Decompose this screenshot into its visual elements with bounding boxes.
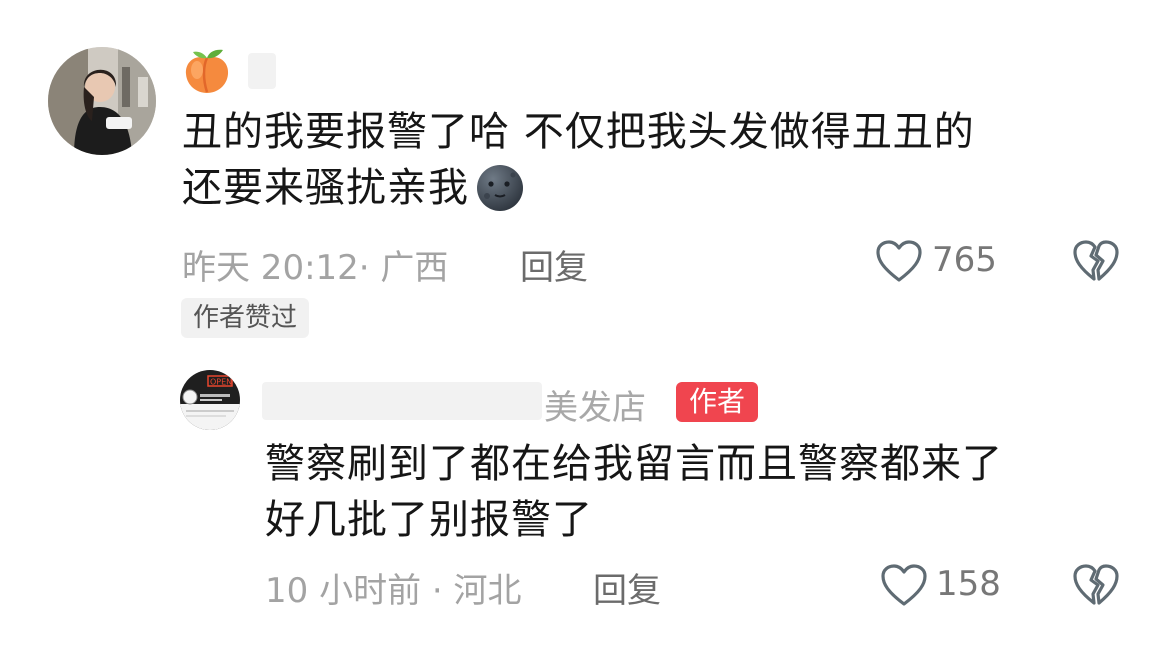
shop-name-redacted (262, 382, 542, 420)
dislike-button[interactable] (1072, 563, 1120, 607)
comment-text-segment: 还要来骚扰亲我 (182, 165, 469, 211)
like-button[interactable] (880, 563, 928, 607)
comment-text: 警察刷到了都在给我留言而且警察都来了 好几批了别报警了 (265, 436, 1145, 548)
heart-icon (876, 240, 922, 282)
shop-name-suffix: 美发店 (544, 388, 646, 428)
username-redacted (248, 53, 276, 89)
comment-time-location: 昨天 20:12· 广西 (182, 248, 449, 288)
comment-time-location: 10 小时前 · 河北 (265, 571, 522, 611)
broken-heart-icon (1073, 564, 1119, 605)
peach-emoji-icon (183, 48, 231, 94)
comment-text: 丑的我要报警了哈 不仅把我头发做得丑丑的 还要来骚扰亲我 (182, 104, 1102, 216)
svg-text:OPEN: OPEN (210, 378, 232, 387)
user-avatar-photo (48, 47, 156, 155)
salon-avatar[interactable]: OPEN (180, 370, 240, 430)
dislike-button[interactable] (1072, 239, 1120, 283)
like-count: 158 (936, 564, 1001, 604)
comment-text-line: 还要来骚扰亲我 (182, 160, 1102, 216)
reply-button[interactable]: 回复 (593, 563, 661, 612)
comment-text-line: 丑的我要报警了哈 不仅把我头发做得丑丑的 (182, 109, 975, 155)
dark-moon-face-emoji-icon (475, 163, 525, 213)
author-badge: 作者 (676, 382, 759, 422)
salon-avatar-photo: OPEN (180, 370, 240, 430)
comment-text-line: 警察刷到了都在给我留言而且警察都来了 (265, 441, 1003, 487)
like-count: 765 (932, 240, 997, 280)
reply-button[interactable]: 回复 (520, 240, 588, 289)
heart-icon (881, 564, 927, 606)
broken-heart-icon (1073, 240, 1119, 281)
like-button[interactable] (875, 239, 923, 283)
comment-text-line: 好几批了别报警了 (265, 497, 593, 543)
author-liked-badge: 作者赞过 (181, 298, 310, 338)
user-avatar[interactable] (48, 47, 156, 155)
